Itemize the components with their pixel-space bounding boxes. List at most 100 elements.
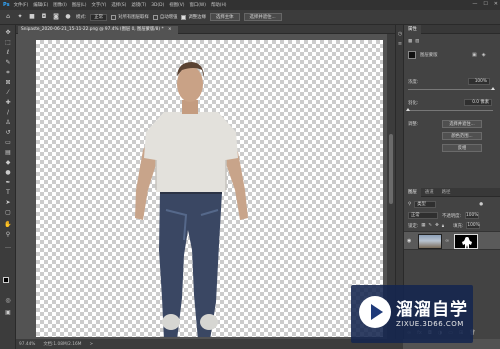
feather-slider[interactable]	[406, 108, 493, 111]
mask-label: 图层蒙版	[420, 53, 438, 58]
new-selection-icon[interactable]: ■	[28, 13, 36, 21]
subtract-selection-icon[interactable]: ◙	[52, 13, 60, 21]
pen-tool-icon[interactable]: ✒	[4, 179, 12, 187]
healing-tool-icon[interactable]: ✚	[4, 99, 12, 107]
tab-channels[interactable]: 通道	[421, 188, 438, 197]
menu-edit[interactable]: 编辑(E)	[33, 2, 48, 8]
quick-mask-icon[interactable]: ◎	[4, 297, 12, 305]
screen-mode-icon[interactable]: ▣	[4, 309, 12, 317]
style-select[interactable]: 正常	[90, 13, 108, 21]
select-and-mask-panel-button[interactable]: 选择并遮住...	[442, 120, 482, 128]
color-range-button[interactable]: 颜色范围...	[442, 132, 482, 140]
layer-mask-thumbnail[interactable]	[454, 234, 478, 249]
menu-window[interactable]: 窗口(W)	[189, 2, 206, 8]
add-selection-icon[interactable]: ◘	[40, 13, 48, 21]
status-bar: 97.44% 文档:1.08M/2.16M >	[16, 339, 403, 349]
tab-properties[interactable]: 属性	[404, 24, 421, 34]
pixel-mask-icon[interactable]: ▩	[408, 39, 412, 44]
play-logo-icon	[359, 296, 391, 328]
hand-tool-icon[interactable]: ✋	[4, 221, 12, 229]
lasso-tool-icon[interactable]: ℓ	[4, 49, 12, 57]
menu-select[interactable]: 选择(S)	[111, 2, 126, 8]
feather-field[interactable]: 0.0 像素	[464, 99, 492, 106]
menu-layer[interactable]: 图层(L)	[72, 2, 87, 8]
style-label: 模式:	[76, 15, 87, 20]
person-image	[135, 62, 248, 340]
menu-image[interactable]: 图像(I)	[53, 2, 67, 8]
filter-toggle-icon[interactable]: ●	[479, 202, 483, 207]
path-select-tool-icon[interactable]: ➤	[4, 199, 12, 207]
pixel-mask-select-icon[interactable]: ▣	[472, 52, 477, 58]
lock-paint-icon[interactable]: ✎	[428, 223, 432, 228]
clone-stamp-tool-icon[interactable]: ♙	[4, 119, 12, 127]
eraser-tool-icon[interactable]: ▭	[4, 139, 12, 147]
fill-field[interactable]: 100%	[466, 222, 481, 229]
blur-tool-icon[interactable]: ◆	[4, 159, 12, 167]
menu-filter[interactable]: 滤镜(T)	[131, 2, 146, 8]
blend-mode-select[interactable]: 正常	[408, 212, 438, 219]
brush-tool-icon[interactable]: ∕	[4, 109, 12, 117]
document-tab[interactable]: Snipaste_2020-06-21_15-11-22.png @ 97.4%…	[18, 26, 178, 34]
quick-select-tool-icon[interactable]: ✎	[4, 59, 12, 67]
vector-mask-icon[interactable]: ▨	[415, 39, 419, 44]
menu-3d[interactable]: 3D(D)	[151, 3, 164, 8]
zoom-tool-icon[interactable]: ⚲	[4, 231, 12, 239]
status-arrow[interactable]: >	[89, 342, 93, 347]
history-brush-tool-icon[interactable]: ↺	[4, 129, 12, 137]
move-tool-icon[interactable]: ✥	[4, 29, 12, 37]
tool-preset-icon[interactable]: ✦	[16, 13, 24, 21]
sample-all-checkbox[interactable]: 对所有图层取样	[111, 14, 149, 20]
menu-view[interactable]: 视图(V)	[169, 2, 184, 8]
eyedropper-tool-icon[interactable]: ⁄	[4, 89, 12, 97]
brush-size-icon[interactable]: ●	[64, 13, 72, 21]
foreground-color-swatch[interactable]	[3, 277, 9, 283]
edge-detect-checkbox[interactable]: 调整边缘	[181, 14, 206, 20]
layer-row[interactable]: ◉ ∞	[404, 231, 500, 250]
link-chain-icon[interactable]: ∞	[445, 238, 449, 244]
gradient-tool-icon[interactable]: ▤	[4, 149, 12, 157]
properties-tabs: 属性	[404, 24, 500, 34]
lock-position-icon[interactable]: ✥	[435, 223, 439, 228]
document-tab-close[interactable]: ×	[168, 27, 172, 32]
layer-filter-select[interactable]: 类型	[414, 201, 437, 208]
tab-layers[interactable]: 图层	[404, 187, 421, 197]
menu-type[interactable]: 文字(Y)	[91, 2, 106, 8]
dodge-tool-icon[interactable]: ●	[4, 169, 12, 177]
tools-panel: ✥ ⬚ ℓ ✎ ⌗ ⊠ ⁄ ✚ ∕ ♙ ↺ ▭ ▤ ◆ ● ✒ T ➤ ▢ ✋ …	[0, 25, 16, 349]
density-slider[interactable]	[408, 87, 495, 90]
marquee-tool-icon[interactable]: ⬚	[4, 39, 12, 47]
layer-thumbnail[interactable]	[418, 234, 442, 249]
mask-header: 图层蒙版	[408, 51, 438, 59]
mask-thumbnail-icon	[408, 51, 416, 59]
document-canvas[interactable]	[36, 40, 383, 340]
invert-button[interactable]: 反相	[442, 144, 482, 152]
auto-enhance-checkbox[interactable]: 自动增强	[152, 14, 178, 20]
crop-tool-icon[interactable]: ⌗	[4, 69, 12, 77]
scrollbar-thumb[interactable]	[389, 134, 393, 204]
vector-mask-add-icon[interactable]: ◈	[482, 52, 486, 58]
menu-help[interactable]: 帮助(H)	[211, 2, 227, 8]
more-tools-icon[interactable]: …	[4, 243, 12, 251]
auto-enhance-label: 自动增强	[159, 15, 178, 20]
lock-pixels-icon[interactable]: ▦	[421, 223, 425, 228]
density-field[interactable]: 100%	[468, 78, 490, 85]
opacity-field[interactable]: 100%	[465, 212, 480, 219]
home-icon[interactable]: ⌂	[4, 13, 12, 21]
feather-slider-knob[interactable]	[406, 108, 410, 111]
shape-tool-icon[interactable]: ▢	[4, 209, 12, 217]
lock-all-icon[interactable]: 🔒︎	[442, 223, 444, 229]
frame-tool-icon[interactable]: ⊠	[4, 79, 12, 87]
select-and-mask-button[interactable]: 选择并遮住...	[243, 13, 282, 21]
zoom-level[interactable]: 97.44%	[19, 342, 35, 347]
type-tool-icon[interactable]: T	[4, 189, 12, 197]
maximize-button[interactable]: ☐	[483, 1, 487, 7]
menu-file[interactable]: 文件(F)	[14, 2, 29, 8]
minimize-button[interactable]: —	[472, 1, 477, 7]
canvas-area[interactable]	[16, 34, 395, 340]
visibility-eye-icon[interactable]: ◉	[407, 238, 411, 244]
watermark-url: ZIXUE.3D66.COM	[396, 320, 464, 328]
tab-paths[interactable]: 路径	[438, 188, 455, 197]
close-window-button[interactable]: ✕	[494, 1, 498, 7]
select-subject-button[interactable]: 选择主体	[209, 13, 240, 21]
density-slider-knob[interactable]	[491, 87, 495, 90]
